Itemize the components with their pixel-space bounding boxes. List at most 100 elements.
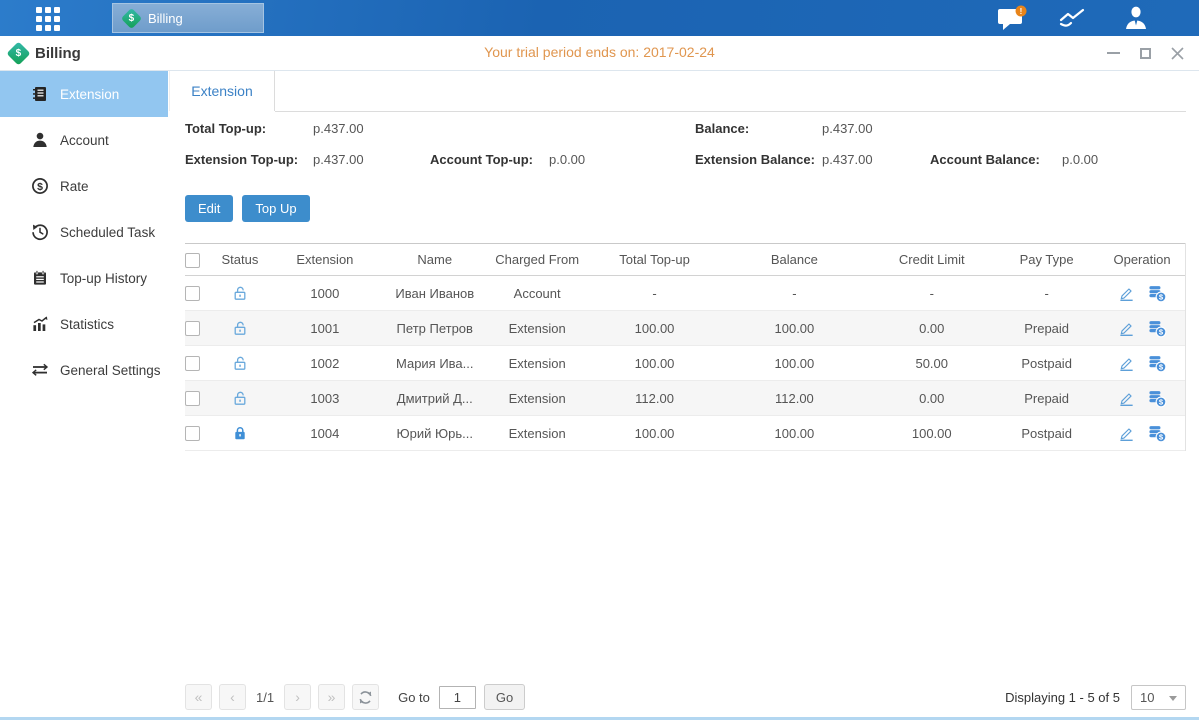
total-topup-cell: 112.00	[590, 391, 720, 406]
app-menu-icon[interactable]	[36, 7, 60, 31]
row-checkbox[interactable]	[185, 356, 200, 371]
refresh-icon	[358, 690, 373, 705]
col-total-topup: Total Top-up	[590, 252, 720, 267]
trial-notice: Your trial period ends on: 2017-02-24	[0, 36, 1199, 69]
sidebar-item-label: Account	[60, 133, 109, 148]
account-topup-value: p.0.00	[549, 151, 585, 168]
select-all-checkbox[interactable]	[185, 253, 200, 268]
notifications-button[interactable]: !	[993, 3, 1031, 33]
resource-monitor-button[interactable]	[1055, 3, 1093, 33]
row-topup-coins-icon[interactable]: $	[1148, 319, 1167, 338]
billing-app-icon: $	[6, 41, 30, 65]
name-cell: Мария Ива...	[385, 356, 485, 371]
pay-type-cell: Postpaid	[994, 356, 1099, 371]
status-unlocked-icon[interactable]	[232, 285, 248, 301]
extension-topup-value: p.437.00	[313, 151, 364, 168]
balance-cell: 112.00	[719, 391, 869, 406]
page-size-select[interactable]: 10	[1131, 685, 1186, 710]
status-locked-icon[interactable]	[232, 425, 248, 441]
balance-cell: 100.00	[719, 321, 869, 336]
credit-limit-cell: 50.00	[869, 356, 994, 371]
pay-type-cell: -	[994, 286, 1099, 301]
total-topup-cell: 100.00	[590, 426, 720, 441]
sidebar-item-label: Top-up History	[60, 271, 147, 286]
sidebar-item-account[interactable]: Account	[0, 117, 168, 163]
row-checkbox[interactable]	[185, 391, 200, 406]
total-topup-cell: -	[590, 286, 720, 301]
sidebar-item-statistics[interactable]: Statistics	[0, 301, 168, 347]
message-bubble-icon: !	[995, 4, 1029, 32]
pay-type-cell: Postpaid	[994, 426, 1099, 441]
sidebar-item-scheduled-task[interactable]: Scheduled Task	[0, 209, 168, 255]
name-cell: Юрий Юрь...	[385, 426, 485, 441]
edit-button[interactable]: Edit	[185, 195, 233, 222]
sidebar-item-label: Rate	[60, 179, 89, 194]
total-topup-label: Total Top-up:	[185, 120, 266, 137]
window-titlebar: Your trial period ends on: 2017-02-24 $ …	[0, 36, 1199, 71]
status-unlocked-icon[interactable]	[232, 355, 248, 371]
table-row: 1002 Мария Ива... Extension 100.00 100.0…	[185, 346, 1185, 381]
name-cell: Иван Иванов	[385, 286, 485, 301]
billing-diamond-icon: $	[121, 7, 142, 28]
status-unlocked-icon[interactable]	[232, 390, 248, 406]
row-edit-icon[interactable]	[1118, 355, 1135, 372]
account-topup-label: Account Top-up:	[430, 151, 533, 168]
prev-page-button[interactable]: ‹	[219, 684, 246, 710]
credit-limit-cell: 0.00	[869, 321, 994, 336]
user-account-button[interactable]	[1117, 3, 1155, 33]
col-balance: Balance	[719, 252, 869, 267]
balance-label: Balance:	[695, 120, 749, 137]
balance-cell: 100.00	[719, 356, 869, 371]
tab-extension[interactable]: Extension	[169, 71, 275, 111]
total-topup-value: p.437.00	[313, 120, 364, 137]
extension-cell: 1001	[265, 321, 385, 336]
sidebar-item-label: Extension	[60, 87, 119, 102]
row-edit-icon[interactable]	[1118, 320, 1135, 337]
row-edit-icon[interactable]	[1118, 425, 1135, 442]
table-row: 1003 Дмитрий Д... Extension 112.00 112.0…	[185, 381, 1185, 416]
table-row: 1004 Юрий Юрь... Extension 100.00 100.00…	[185, 416, 1185, 451]
ledger-icon	[31, 85, 49, 103]
row-topup-coins-icon[interactable]: $	[1148, 389, 1167, 408]
extension-balance-value: p.437.00	[822, 151, 873, 168]
status-unlocked-icon[interactable]	[232, 320, 248, 336]
svg-text:$: $	[37, 181, 43, 193]
maximize-icon[interactable]	[1137, 45, 1153, 61]
table-row: 1000 Иван Иванов Account - - - -	[185, 276, 1185, 311]
name-cell: Дмитрий Д...	[385, 391, 485, 406]
dollar-coin-icon: $	[31, 177, 49, 195]
displaying-text: Displaying 1 - 5 of 5	[1005, 690, 1120, 705]
taskbar-tab-billing[interactable]: $ Billing	[112, 3, 264, 33]
row-edit-icon[interactable]	[1118, 285, 1135, 302]
row-edit-icon[interactable]	[1118, 390, 1135, 407]
sidebar-item-topup-history[interactable]: Top-up History	[0, 255, 168, 301]
row-checkbox[interactable]	[185, 426, 200, 441]
go-button[interactable]: Go	[484, 684, 525, 710]
refresh-button[interactable]	[352, 684, 379, 710]
last-page-button[interactable]: »	[318, 684, 345, 710]
row-topup-coins-icon[interactable]: $	[1148, 424, 1167, 443]
next-page-button[interactable]: ›	[284, 684, 311, 710]
extension-balance-label: Extension Balance:	[695, 151, 815, 168]
close-icon[interactable]	[1169, 45, 1185, 61]
page-indicator: 1/1	[256, 690, 274, 705]
minimize-icon[interactable]	[1105, 45, 1121, 61]
row-topup-coins-icon[interactable]: $	[1148, 284, 1167, 303]
account-balance-label: Account Balance:	[930, 151, 1040, 168]
table-row: 1001 Петр Петров Extension 100.00 100.00…	[185, 311, 1185, 346]
pagination-bar: « ‹ 1/1 › » Go to Go Displaying 1 - 5 of…	[185, 683, 1186, 711]
row-checkbox[interactable]	[185, 286, 200, 301]
sidebar-item-rate[interactable]: $ Rate	[0, 163, 168, 209]
credit-limit-cell: 100.00	[869, 426, 994, 441]
goto-page-input[interactable]	[439, 686, 476, 709]
row-topup-coins-icon[interactable]: $	[1148, 354, 1167, 373]
table-body: 1000 Иван Иванов Account - - - -	[185, 276, 1185, 451]
topup-button[interactable]: Top Up	[242, 195, 309, 222]
sidebar-item-general-settings[interactable]: General Settings	[0, 347, 168, 393]
row-checkbox[interactable]	[185, 321, 200, 336]
sidebar-item-extension[interactable]: Extension	[0, 71, 168, 117]
first-page-button[interactable]: «	[185, 684, 212, 710]
total-topup-cell: 100.00	[590, 356, 720, 371]
balance-value: p.437.00	[822, 120, 873, 137]
sidebar-item-label: Scheduled Task	[60, 225, 155, 240]
